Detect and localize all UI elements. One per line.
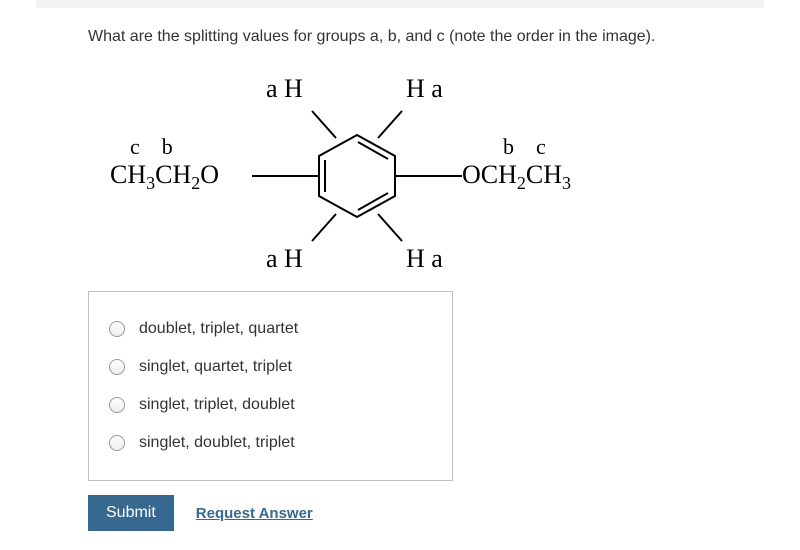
radio-icon[interactable] [109, 359, 125, 375]
option-label: singlet, quartet, triplet [139, 358, 292, 376]
top-bar [36, 0, 764, 8]
label-left-cb: c b [130, 134, 173, 160]
option-row[interactable]: singlet, doublet, triplet [109, 424, 432, 462]
label-top-right-Ha: H a [406, 74, 443, 104]
radio-icon[interactable] [109, 397, 125, 413]
label-bottom-left-aH: a H [266, 244, 303, 274]
label-top-left-aH: a H [266, 74, 303, 104]
radio-icon[interactable] [109, 435, 125, 451]
chemical-structure: a H H a c b b c CH3CH2O OCH2CH3 a H H a [88, 52, 588, 267]
option-label: singlet, doublet, triplet [139, 434, 295, 452]
option-row[interactable]: singlet, quartet, triplet [109, 348, 432, 386]
request-answer-link[interactable]: Request Answer [196, 505, 313, 522]
option-row[interactable]: singlet, triplet, doublet [109, 386, 432, 424]
radio-icon[interactable] [109, 321, 125, 337]
label-left-group: CH3CH2O [110, 160, 219, 194]
submit-button[interactable]: Submit [88, 495, 174, 531]
question-content: What are the splitting values for groups… [0, 8, 800, 531]
option-label: doublet, triplet, quartet [139, 320, 298, 338]
option-label: singlet, triplet, doublet [139, 396, 295, 414]
label-bottom-right-Ha: H a [406, 244, 443, 274]
question-text: What are the splitting values for groups… [88, 28, 712, 46]
option-row[interactable]: doublet, triplet, quartet [109, 310, 432, 348]
options-box: doublet, triplet, quartet singlet, quart… [88, 291, 453, 481]
actions-row: Submit Request Answer [88, 495, 712, 531]
label-right-group: OCH2CH3 [462, 160, 571, 194]
label-right-bc: b c [503, 134, 546, 160]
